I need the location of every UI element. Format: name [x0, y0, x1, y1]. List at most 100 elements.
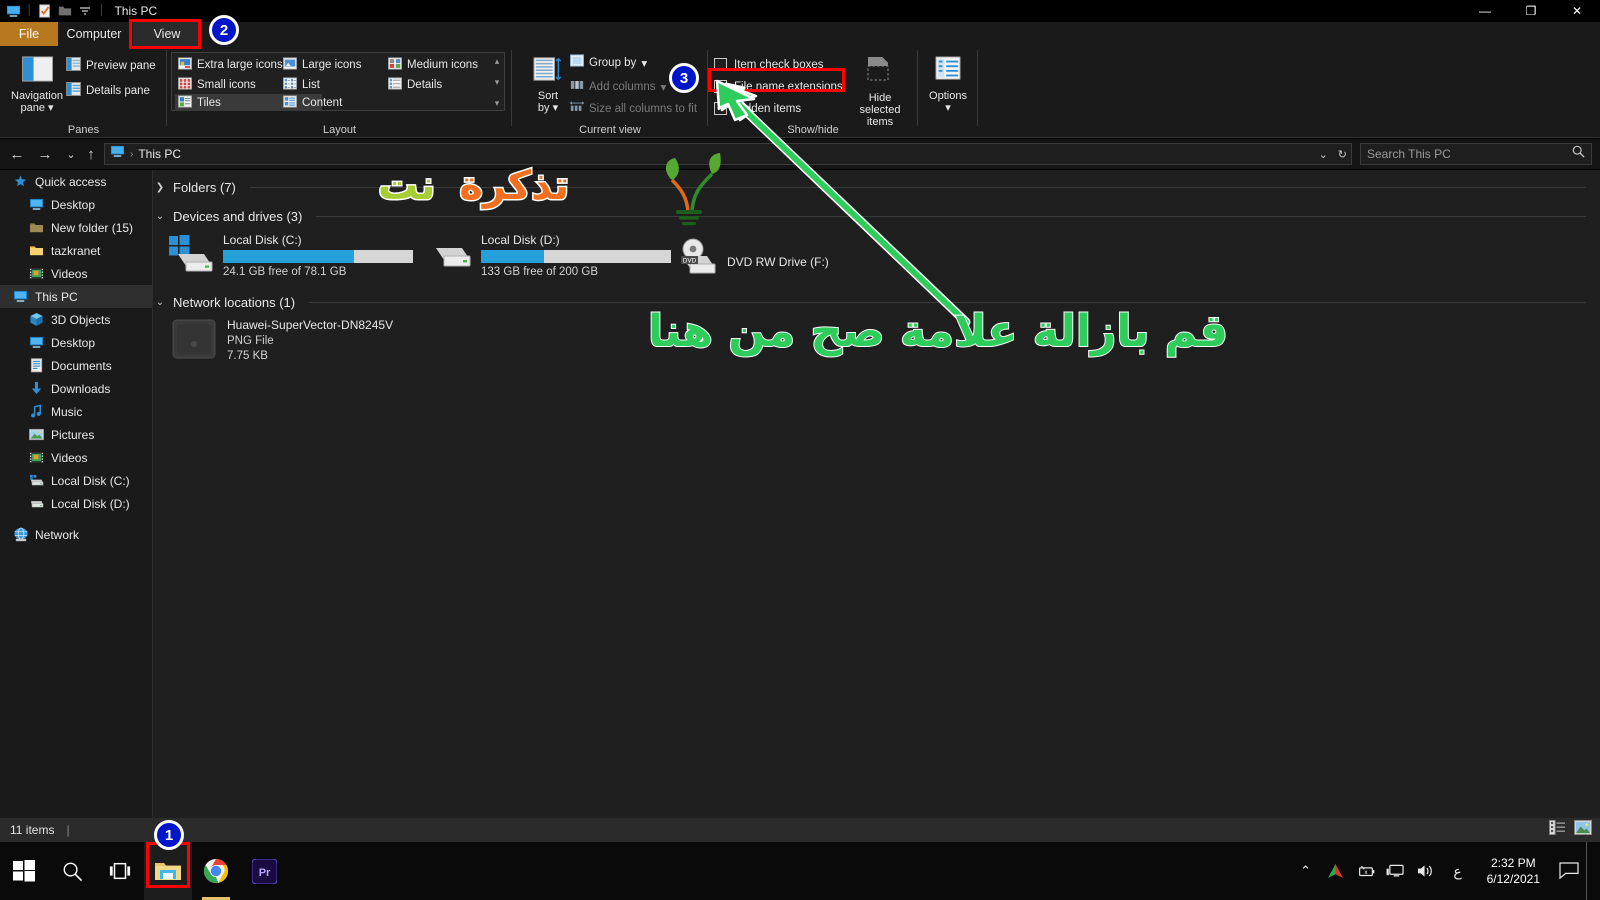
sidebar-item-tazkranet[interactable]: tazkranet	[0, 239, 152, 262]
layout-details[interactable]: Details	[385, 76, 445, 93]
layout-content[interactable]: Content	[280, 94, 345, 111]
large-icons-view-icon[interactable]	[1574, 820, 1592, 840]
forward-button[interactable]: →	[32, 139, 58, 169]
watermark-part2: نت	[376, 162, 436, 211]
gallery-more-icon[interactable]: ▾	[495, 98, 500, 109]
taskbar-clock[interactable]: 2:32 PM 6/12/2021	[1475, 855, 1552, 887]
action-center-icon[interactable]	[1552, 842, 1586, 900]
sort-by-button[interactable]: Sort by ▾	[526, 52, 570, 114]
search-button[interactable]	[48, 842, 96, 900]
show-desktop-button[interactable]	[1586, 842, 1596, 900]
sidebar-item-local-disk-d[interactable]: Local Disk (D:)	[0, 492, 152, 515]
navigation-pane: Quick access Desktop New folder (15) taz…	[0, 170, 152, 818]
sidebar-item-label: Downloads	[51, 381, 111, 396]
layout-medium-icons[interactable]: Medium icons	[385, 56, 481, 73]
sidebar-item-3d-objects[interactable]: 3D Objects	[0, 308, 152, 331]
details-view-icon[interactable]	[1549, 820, 1566, 840]
drive-icon	[28, 495, 45, 512]
new-folder-icon[interactable]	[56, 2, 74, 20]
clock-time: 2:32 PM	[1490, 856, 1536, 870]
sidebar-item-videos-qa[interactable]: Videos	[0, 262, 152, 285]
chevron-down-icon[interactable]: ⌄	[153, 211, 167, 222]
layout-extra-large-icons[interactable]: Extra large icons	[175, 56, 286, 73]
group-by-button[interactable]: Group by ▾	[570, 52, 647, 74]
drive-usage-fill	[481, 250, 544, 263]
sidebar-item-videos[interactable]: Videos	[0, 446, 152, 469]
svg-text:Pr: Pr	[258, 867, 270, 879]
chevron-up-icon[interactable]: ⌃	[1291, 842, 1321, 900]
battery-icon[interactable]: x	[1351, 842, 1381, 900]
gallery-scroll-down-icon[interactable]: ▾	[495, 77, 500, 88]
address-this-pc-icon	[110, 145, 125, 164]
videos-icon	[28, 449, 45, 466]
address-dropdown-icon[interactable]: ⌄	[1319, 148, 1328, 161]
sidebar-item-local-disk-c[interactable]: Local Disk (C:)	[0, 469, 152, 492]
monitor-network-icon[interactable]	[1381, 842, 1411, 900]
sidebar-item-this-pc[interactable]: This PC	[0, 285, 152, 308]
add-columns-chevron-down-icon[interactable]: ▾	[660, 80, 666, 94]
breadcrumb-this-pc[interactable]: This PC	[138, 147, 181, 161]
layout-group-label: Layout	[322, 124, 357, 136]
search-input[interactable]: Search This PC	[1367, 147, 1572, 161]
sidebar-item-network[interactable]: Network	[0, 523, 152, 546]
drive-tile-c[interactable]: Local Disk (C:) 24.1 GB free of 78.1 GB	[167, 232, 413, 279]
content-icon	[283, 94, 297, 111]
start-button[interactable]	[0, 842, 48, 900]
this-pc-icon[interactable]	[4, 2, 22, 20]
preview-pane-button[interactable]: Preview pane	[66, 55, 156, 77]
layout-gallery-scrollbar[interactable]: ▴ ▾ ▾	[491, 56, 503, 109]
gallery-scroll-up-icon[interactable]: ▴	[495, 56, 500, 67]
window-controls: — ❐ ✕	[1462, 0, 1600, 22]
minimize-button[interactable]: —	[1462, 0, 1508, 22]
step-badge-2: 2	[209, 15, 239, 45]
chevron-down-icon[interactable]: ⌄	[153, 297, 167, 308]
up-button[interactable]: ↑	[78, 139, 104, 169]
maximize-button[interactable]: ❐	[1508, 0, 1554, 22]
search-icon[interactable]	[1572, 145, 1585, 163]
language-icon[interactable]: ع	[1441, 842, 1475, 900]
sidebar-item-desktop[interactable]: Desktop	[0, 331, 152, 354]
details-pane-button[interactable]: Details pane	[66, 80, 150, 102]
speaker-icon[interactable]	[1411, 842, 1441, 900]
chrome-button[interactable]	[192, 842, 240, 900]
properties-icon[interactable]	[36, 2, 54, 20]
small-icons-icon	[178, 76, 192, 93]
sidebar-item-label: New folder (15)	[51, 220, 134, 235]
medium-icons-icon	[388, 56, 402, 73]
sidebar-item-label: Music	[51, 404, 83, 419]
sidebar-item-pictures[interactable]: Pictures	[0, 423, 152, 446]
search-box[interactable]: Search This PC	[1360, 143, 1592, 165]
address-bar-actions: ⌄ ↻	[1319, 148, 1347, 161]
back-button[interactable]: ←	[4, 139, 30, 169]
sidebar-item-documents[interactable]: Documents	[0, 354, 152, 377]
tab-computer[interactable]: Computer	[58, 22, 130, 46]
sidebar-item-new-folder[interactable]: New folder (15)	[0, 216, 152, 239]
details-icon	[388, 76, 402, 93]
premiere-button[interactable]: Pr	[240, 842, 288, 900]
chevron-right-icon[interactable]: ❯	[153, 182, 167, 193]
sidebar-item-label: Documents	[51, 358, 112, 373]
layout-small-icons[interactable]: Small icons	[175, 76, 259, 93]
add-columns-button[interactable]: Add columns ▾	[570, 76, 666, 98]
tab-file[interactable]: File	[0, 22, 58, 46]
customize-qat-icon[interactable]	[76, 2, 94, 20]
layout-list[interactable]: List	[280, 76, 323, 93]
watermark-logo: تذكرة نت	[376, 162, 570, 211]
avast-icon[interactable]	[1321, 842, 1351, 900]
network-item-tile[interactable]: Huawei-SuperVector-DN8245V PNG File 7.75…	[167, 318, 393, 367]
navigation-pane-button[interactable]: Navigation pane ▾	[4, 52, 70, 114]
sidebar-item-music[interactable]: Music	[0, 400, 152, 423]
task-view-button[interactable]	[96, 842, 144, 900]
refresh-icon[interactable]: ↻	[1338, 148, 1347, 161]
arabic-instruction-text: قم بازالة علامة صح من هنا	[647, 305, 1229, 358]
layout-large-icons[interactable]: Large icons	[280, 56, 364, 73]
close-button[interactable]: ✕	[1554, 0, 1600, 22]
sidebar-item-downloads[interactable]: Downloads	[0, 377, 152, 400]
group-by-chevron-down-icon[interactable]: ▾	[641, 56, 647, 70]
sidebar-item-quick-access[interactable]: Quick access	[0, 170, 152, 193]
system-drive-icon	[28, 472, 45, 489]
drive-tile-d[interactable]: Local Disk (D:) 133 GB free of 200 GB	[425, 232, 671, 279]
sidebar-item-desktop-qa[interactable]: Desktop	[0, 193, 152, 216]
size-all-columns-button[interactable]: Size all columns to fit	[569, 98, 697, 120]
layout-label: Extra large icons	[197, 58, 283, 71]
